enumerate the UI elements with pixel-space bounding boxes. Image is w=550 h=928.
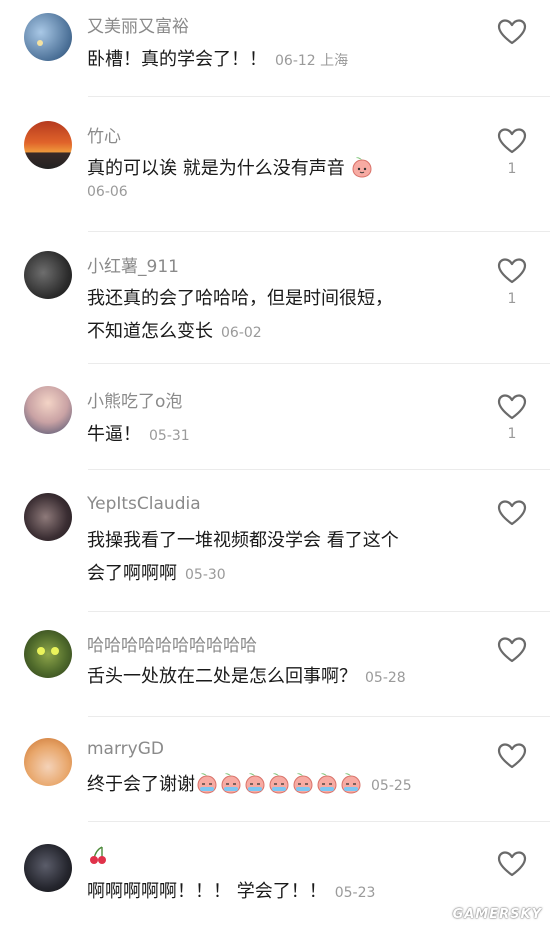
peach-crying-emoji-icon bbox=[221, 773, 241, 794]
moon-icon bbox=[37, 40, 43, 46]
comment-item: 又美丽又富裕 卧槽！真的学会了！！ 06-12 上海 bbox=[0, 0, 550, 97]
comment-text-row: 终于会了谢谢 05-25 bbox=[87, 768, 472, 803]
comment-text-row: 我操我看了一堆视频都没学会 看了这个 会了啊啊啊 05-30 bbox=[87, 524, 472, 592]
comment-text: 真的可以诶 就是为什么没有声音 bbox=[87, 158, 345, 179]
avatar[interactable] bbox=[24, 13, 72, 61]
comment-text-row: 卧槽！真的学会了！！ 06-12 上海 bbox=[87, 43, 472, 78]
comment-meta: 06-12 上海 bbox=[275, 53, 349, 69]
comment-item: 竹心 真的可以诶 就是为什么没有声音 06-06 1 bbox=[0, 97, 550, 232]
peach-crying-emoji-icon bbox=[245, 773, 265, 794]
like-heart-icon[interactable] bbox=[497, 127, 527, 155]
comment-meta: 05-25 bbox=[371, 778, 412, 794]
comment-meta: 05-30 bbox=[185, 567, 226, 583]
comment-text: 卧槽！真的学会了！！ bbox=[87, 49, 267, 70]
avatar[interactable] bbox=[24, 630, 72, 678]
comment-text: 终于会了谢谢 bbox=[87, 774, 195, 795]
peach-crying-emoji-icon bbox=[269, 773, 289, 794]
like-heart-icon[interactable] bbox=[497, 393, 527, 421]
comment-item: 小红薯_911 我还真的会了哈哈哈，但是时间很短， 不知道怎么变长 06-02 1 bbox=[0, 232, 550, 364]
like-heart-icon[interactable] bbox=[497, 499, 527, 527]
comment-text-row: 我还真的会了哈哈哈，但是时间很短， 不知道怎么变长 06-02 bbox=[87, 282, 472, 350]
comment-meta: 05-23 bbox=[334, 885, 376, 901]
comment-meta: 06-06 bbox=[87, 184, 128, 200]
comment-item: marryGD 终于会了谢谢 05-25 bbox=[0, 717, 550, 822]
like-heart-icon[interactable] bbox=[497, 18, 527, 46]
comment-text: 牛逼！ bbox=[87, 424, 141, 445]
comment-item: YepItsClaudia 我操我看了一堆视频都没学会 看了这个 会了啊啊啊 05… bbox=[0, 470, 550, 612]
comment-text: 啊啊啊啊啊！！！ 学会了！！ bbox=[87, 881, 327, 902]
comment-text-row: 啊啊啊啊啊！！！ 学会了！！ 05-23 bbox=[87, 875, 472, 910]
emoji-row bbox=[195, 773, 363, 795]
username[interactable]: 竹心 bbox=[87, 122, 121, 147]
watermark: GAMERSKY bbox=[452, 907, 542, 922]
frog-eyes-icon bbox=[37, 647, 59, 655]
username[interactable] bbox=[87, 844, 109, 871]
comment-item: 哈哈哈哈哈哈哈哈哈哈 舌头一处放在二处是怎么回事啊？ 05-28 bbox=[0, 612, 550, 717]
like-heart-icon[interactable] bbox=[497, 850, 527, 878]
peach-crying-emoji-icon bbox=[197, 773, 217, 794]
username[interactable]: 又美丽又富裕 bbox=[87, 12, 189, 37]
comment-meta: 05-31 bbox=[149, 428, 190, 444]
comment-meta: 06-02 bbox=[221, 325, 262, 341]
comment-item: 小熊吃了o泡 牛逼！ 05-31 1 bbox=[0, 364, 550, 470]
like-heart-icon[interactable] bbox=[497, 742, 527, 770]
comment-text-line-2: 会了啊啊啊 05-30 bbox=[87, 557, 472, 592]
avatar[interactable] bbox=[24, 844, 72, 892]
username[interactable]: 哈哈哈哈哈哈哈哈哈哈 bbox=[87, 631, 257, 656]
comment-text-row: 牛逼！ 05-31 bbox=[87, 418, 472, 453]
comment-meta: 05-28 bbox=[365, 670, 406, 686]
username[interactable]: YepItsClaudia bbox=[87, 494, 201, 514]
username[interactable]: 小红薯_911 bbox=[87, 252, 179, 277]
like-count: 1 bbox=[507, 426, 517, 442]
username[interactable]: 小熊吃了o泡 bbox=[87, 387, 182, 412]
peach-crying-emoji-icon bbox=[293, 773, 313, 794]
avatar[interactable] bbox=[24, 493, 72, 541]
avatar[interactable] bbox=[24, 738, 72, 786]
comment-text-line: 我操我看了一堆视频都没学会 看了这个 bbox=[87, 530, 399, 551]
cherry-icon bbox=[90, 846, 106, 864]
like-count: 1 bbox=[507, 291, 517, 307]
comment-text: 会了啊啊啊 bbox=[87, 563, 177, 584]
comment-text: 舌头一处放在二处是怎么回事啊？ bbox=[87, 666, 357, 687]
comment-text-line: 我还真的会了哈哈哈，但是时间很短， bbox=[87, 288, 393, 309]
comment-text: 不知道怎么变长 bbox=[87, 321, 213, 342]
username[interactable]: marryGD bbox=[87, 739, 164, 759]
like-heart-icon[interactable] bbox=[497, 636, 527, 664]
like-heart-icon[interactable] bbox=[497, 257, 527, 285]
avatar[interactable] bbox=[24, 251, 72, 299]
avatar[interactable] bbox=[24, 121, 72, 169]
comment-text-row: 舌头一处放在二处是怎么回事啊？ 05-28 bbox=[87, 660, 472, 695]
like-count: 1 bbox=[507, 161, 517, 177]
comment-text-line-2: 不知道怎么变长 06-02 bbox=[87, 315, 472, 350]
peach-face-emoji-icon bbox=[352, 157, 372, 178]
avatar[interactable] bbox=[24, 386, 72, 434]
comment-text-row: 真的可以诶 就是为什么没有声音 bbox=[87, 152, 472, 185]
peach-crying-emoji-icon bbox=[317, 773, 337, 794]
peach-crying-emoji-icon bbox=[341, 773, 361, 794]
